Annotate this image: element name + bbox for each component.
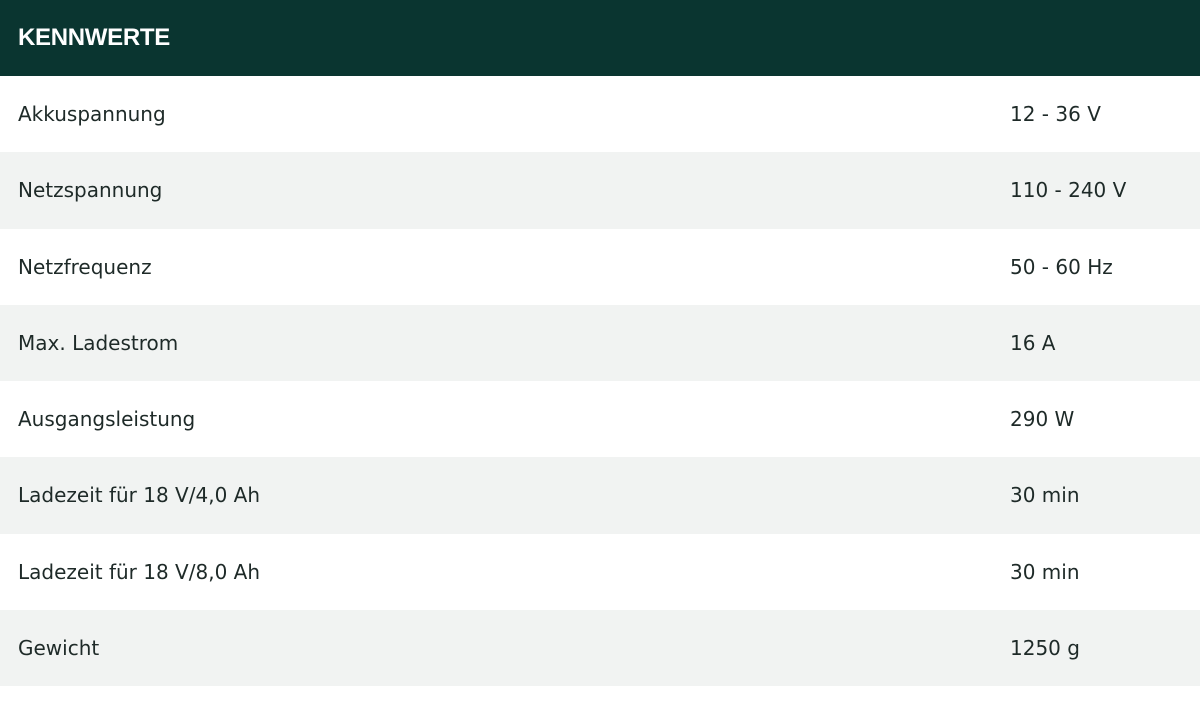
- spec-value: 1250 g: [1010, 635, 1080, 660]
- spec-value: 50 - 60 Hz: [1010, 254, 1113, 279]
- spec-row-max-charge-current: Max. Ladestrom 16 A: [0, 304, 1200, 381]
- spec-value: 290 W: [1010, 407, 1075, 432]
- spec-label: Akkuspannung: [18, 102, 166, 127]
- spec-label: Gewicht: [18, 635, 100, 660]
- specs-title: KENNWERTE: [18, 24, 170, 51]
- spec-row-mains-voltage: Netzspannung 110 - 240 V: [0, 152, 1200, 229]
- spec-row-weight: Gewicht 1250 g: [0, 609, 1200, 686]
- spec-label: Max. Ladestrom: [18, 330, 179, 355]
- spec-label: Ausgangsleistung: [18, 407, 196, 432]
- spec-value: 16 A: [1010, 330, 1056, 355]
- spec-value: 30 min: [1010, 483, 1080, 508]
- spec-value: 110 - 240 V: [1010, 178, 1127, 203]
- specs-header: KENNWERTE: [0, 0, 1200, 76]
- specs-table: KENNWERTE Akkuspannung 12 - 36 V Netzspa…: [0, 0, 1200, 686]
- spec-label: Ladezeit für 18 V/8,0 Ah: [18, 559, 261, 584]
- spec-label: Netzfrequenz: [18, 254, 152, 279]
- spec-row-battery-voltage: Akkuspannung 12 - 36 V: [0, 76, 1200, 153]
- specs-body: Akkuspannung 12 - 36 V Netzspannung 110 …: [0, 76, 1200, 686]
- spec-row-charge-time-4ah: Ladezeit für 18 V/4,0 Ah 30 min: [0, 457, 1200, 534]
- spec-row-charge-time-8ah: Ladezeit für 18 V/8,0 Ah 30 min: [0, 533, 1200, 610]
- spec-row-output-power: Ausgangsleistung 290 W: [0, 381, 1200, 458]
- spec-value: 12 - 36 V: [1010, 102, 1101, 127]
- spec-label: Netzspannung: [18, 178, 163, 203]
- spec-row-mains-frequency: Netzfrequenz 50 - 60 Hz: [0, 228, 1200, 305]
- spec-value: 30 min: [1010, 559, 1080, 584]
- spec-label: Ladezeit für 18 V/4,0 Ah: [18, 483, 261, 508]
